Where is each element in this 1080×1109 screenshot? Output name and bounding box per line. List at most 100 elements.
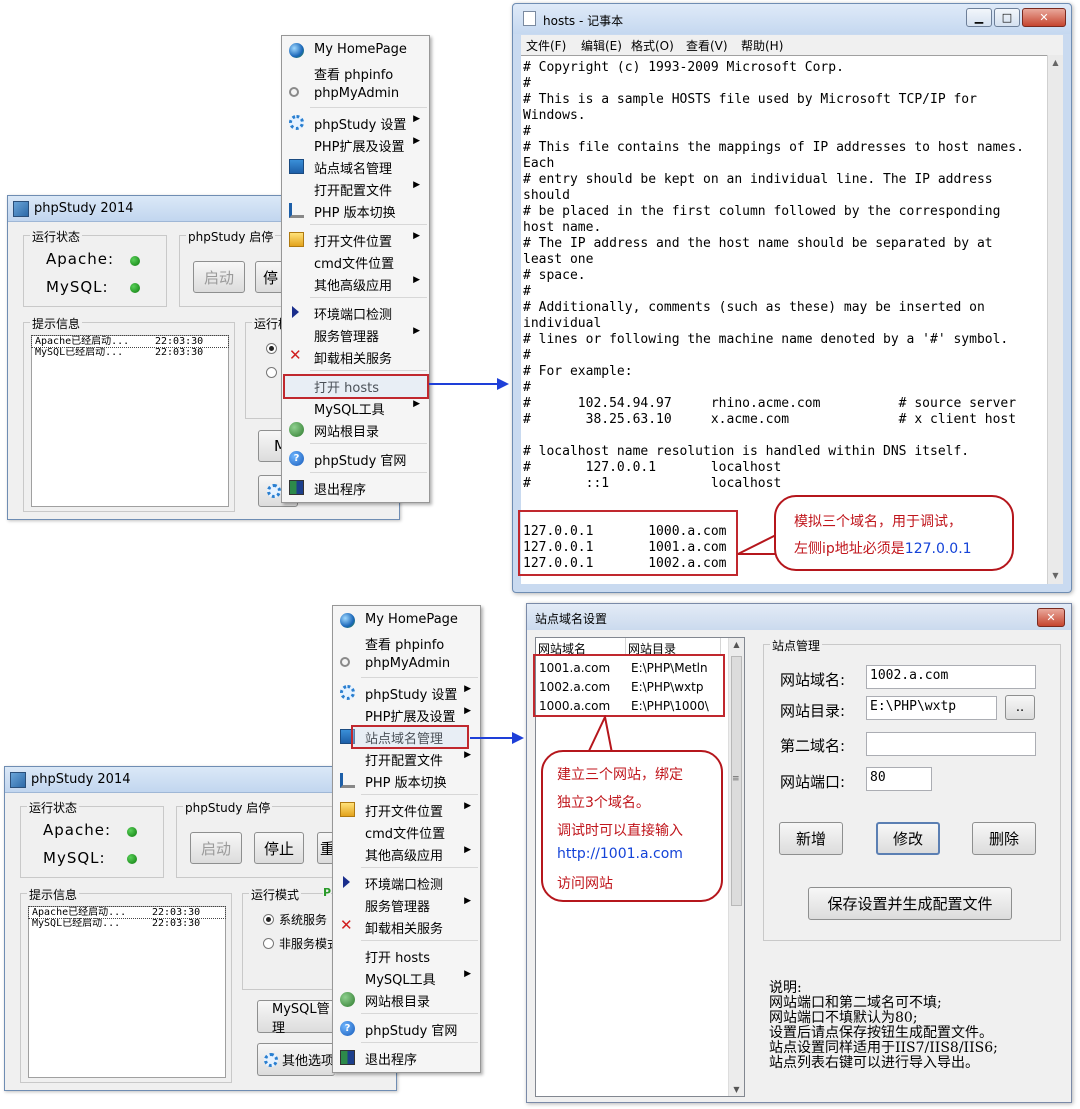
menu-item[interactable]: phpStudy 设置 ▶ [282, 111, 429, 133]
vertical-scrollbar[interactable]: ▲ ▼ [1047, 55, 1063, 584]
menu-item[interactable]: My HomePage [333, 609, 480, 631]
submenu-arrow-icon: ▶ [464, 845, 471, 855]
menu-item[interactable]: ✕ 卸载相关服务 [282, 345, 429, 367]
menu-item[interactable]: ? phpStudy 官网 [282, 447, 429, 469]
menu-item[interactable]: 编辑(E) [581, 37, 622, 54]
submenu-arrow-icon: ▶ [413, 399, 420, 409]
menu-item[interactable]: 打开 hosts [333, 944, 480, 966]
scroll-up-icon[interactable]: ▲ [1048, 55, 1063, 71]
scroll-up-icon[interactable]: ▲ [729, 640, 744, 649]
menu-item[interactable]: PHP 版本切换 [333, 769, 480, 791]
menu-item[interactable]: phpStudy 设置 ▶ [333, 681, 480, 703]
menu-item[interactable]: ✕ 卸载相关服务 [333, 915, 480, 937]
log-row[interactable]: Apache已经启动... 22:03:30 [31, 335, 229, 348]
menu-item[interactable]: ? phpStudy 官网 [333, 1017, 480, 1039]
other-options-button[interactable]: 其他选项 [257, 1043, 335, 1076]
second-domain-label: 第二域名: [780, 737, 846, 755]
log-row[interactable]: MySQL已经启动... 22:03:30 [29, 918, 225, 929]
menu-item[interactable]: 格式(O) [631, 37, 674, 54]
port-input[interactable]: 80 [866, 767, 932, 791]
stop-button[interactable]: 停止 [254, 832, 304, 864]
menu-item-label: 卸载相关服务 [314, 352, 393, 367]
menu-item[interactable]: 环境端口检测 [333, 871, 480, 893]
text-line: # 102.54.94.97 rhino.acme.com # source s… [523, 396, 1017, 411]
menu-item[interactable]: My HomePage [282, 39, 429, 61]
menu-item-label: 打开文件位置 [314, 235, 393, 250]
maximize-button[interactable]: □ [994, 8, 1020, 27]
menu-item[interactable]: 打开文件位置 ▶ [333, 798, 480, 820]
text-line: # For example: [523, 364, 633, 379]
link-icon [340, 657, 350, 667]
menu-item[interactable]: 环境端口检测 [282, 301, 429, 323]
scroll-down-icon[interactable]: ▼ [1048, 568, 1063, 584]
menu-item-label: 其他高级应用 [365, 849, 444, 864]
globe-icon [340, 613, 355, 628]
menu-item[interactable]: PHP扩展及设置 ▶ [282, 133, 429, 155]
delete-button[interactable]: 删除 [972, 822, 1036, 855]
radio-non-service[interactable] [266, 367, 277, 378]
submenu-arrow-icon: ▶ [413, 231, 420, 241]
add-button[interactable]: 新增 [779, 822, 843, 855]
menu-item[interactable]: 查看 phpinfo [282, 61, 429, 83]
menu-item[interactable]: PHP 版本切换 [282, 199, 429, 221]
close-button[interactable]: ✕ [1022, 8, 1066, 27]
network-icon [289, 159, 304, 174]
mysql-label: MySQL: [46, 278, 109, 296]
text-line: host name. [523, 220, 602, 235]
menu-item[interactable]: 打开文件位置 ▶ [282, 228, 429, 250]
menu-item[interactable]: cmd文件位置 [282, 250, 429, 272]
radio-system-service[interactable] [266, 343, 277, 354]
menu-item[interactable]: 查看(V) [686, 37, 728, 54]
menu-item[interactable]: 打开配置文件 ▶ [333, 747, 480, 769]
log-row[interactable]: Apache已经启动... 22:03:30 [28, 906, 226, 919]
menu-separator [361, 940, 478, 941]
earth-icon [289, 422, 304, 437]
domain-input[interactable]: 1002.a.com [866, 665, 1036, 689]
menu-item[interactable]: 服务管理器 ▶ [282, 323, 429, 345]
modify-button[interactable]: 修改 [876, 822, 940, 855]
browse-button[interactable]: .. [1005, 695, 1035, 720]
mysql-manage-button[interactable]: MySQL管理 [257, 1000, 335, 1036]
save-config-button[interactable]: 保存设置并生成配置文件 [808, 887, 1012, 920]
list-scrollbar[interactable]: ▲ ≡ ▼ [728, 638, 744, 1096]
menu-item[interactable]: 退出程序 [282, 476, 429, 498]
menu-item-label: cmd文件位置 [314, 257, 395, 272]
menu-item[interactable]: 网站根目录 [333, 988, 480, 1010]
radio-non-service[interactable] [263, 938, 274, 949]
directory-input[interactable]: E:\PHP\wxtp [866, 696, 997, 720]
text-line: least one [523, 252, 594, 267]
radio-system-service[interactable] [263, 914, 274, 925]
menu-item[interactable]: 查看 phpinfo [333, 631, 480, 653]
menu-item[interactable]: 文件(F) [526, 37, 566, 54]
scroll-down-icon[interactable]: ▼ [729, 1085, 744, 1094]
notepad-icon [523, 11, 536, 26]
uninstall-icon: ✕ [340, 916, 353, 934]
menu-item-label: MySQL工具 [314, 403, 385, 418]
menu-item[interactable]: 其他高级应用 ▶ [282, 272, 429, 294]
menu-item[interactable]: MySQL工具 ▶ [333, 966, 480, 988]
menu-item[interactable]: 退出程序 [333, 1046, 480, 1068]
menu-item-label: 打开文件位置 [365, 805, 444, 820]
menu-item[interactable]: 其他高级应用 ▶ [333, 842, 480, 864]
menu-item[interactable]: 站点域名管理 [282, 155, 429, 177]
log-row[interactable]: MySQL已经启动... 22:03:30 [32, 347, 228, 358]
menu-item[interactable]: MySQL工具 ▶ [282, 396, 429, 418]
menu-item[interactable]: phpMyAdmin [333, 653, 480, 675]
menu-item[interactable]: 帮助(H) [741, 37, 783, 54]
menu-item[interactable]: phpMyAdmin [282, 83, 429, 105]
earth-icon [340, 992, 355, 1007]
menu-item[interactable]: 打开配置文件 ▶ [282, 177, 429, 199]
menu-item[interactable]: 服务管理器 ▶ [333, 893, 480, 915]
close-button[interactable]: ✕ [1037, 608, 1065, 627]
second-domain-input[interactable] [866, 732, 1036, 756]
start-button[interactable]: 启动 [190, 832, 242, 864]
start-button[interactable]: 启动 [193, 261, 245, 293]
text-line: # [523, 124, 531, 139]
menu-item[interactable]: cmd文件位置 [333, 820, 480, 842]
callout-pointer [586, 715, 614, 754]
menu-separator [361, 677, 478, 678]
menu-item-label: My HomePage [365, 612, 458, 627]
minimize-button[interactable]: ▁ [966, 8, 992, 27]
menu-item[interactable]: 网站根目录 [282, 418, 429, 440]
menu-item[interactable]: PHP扩展及设置 ▶ [333, 703, 480, 725]
